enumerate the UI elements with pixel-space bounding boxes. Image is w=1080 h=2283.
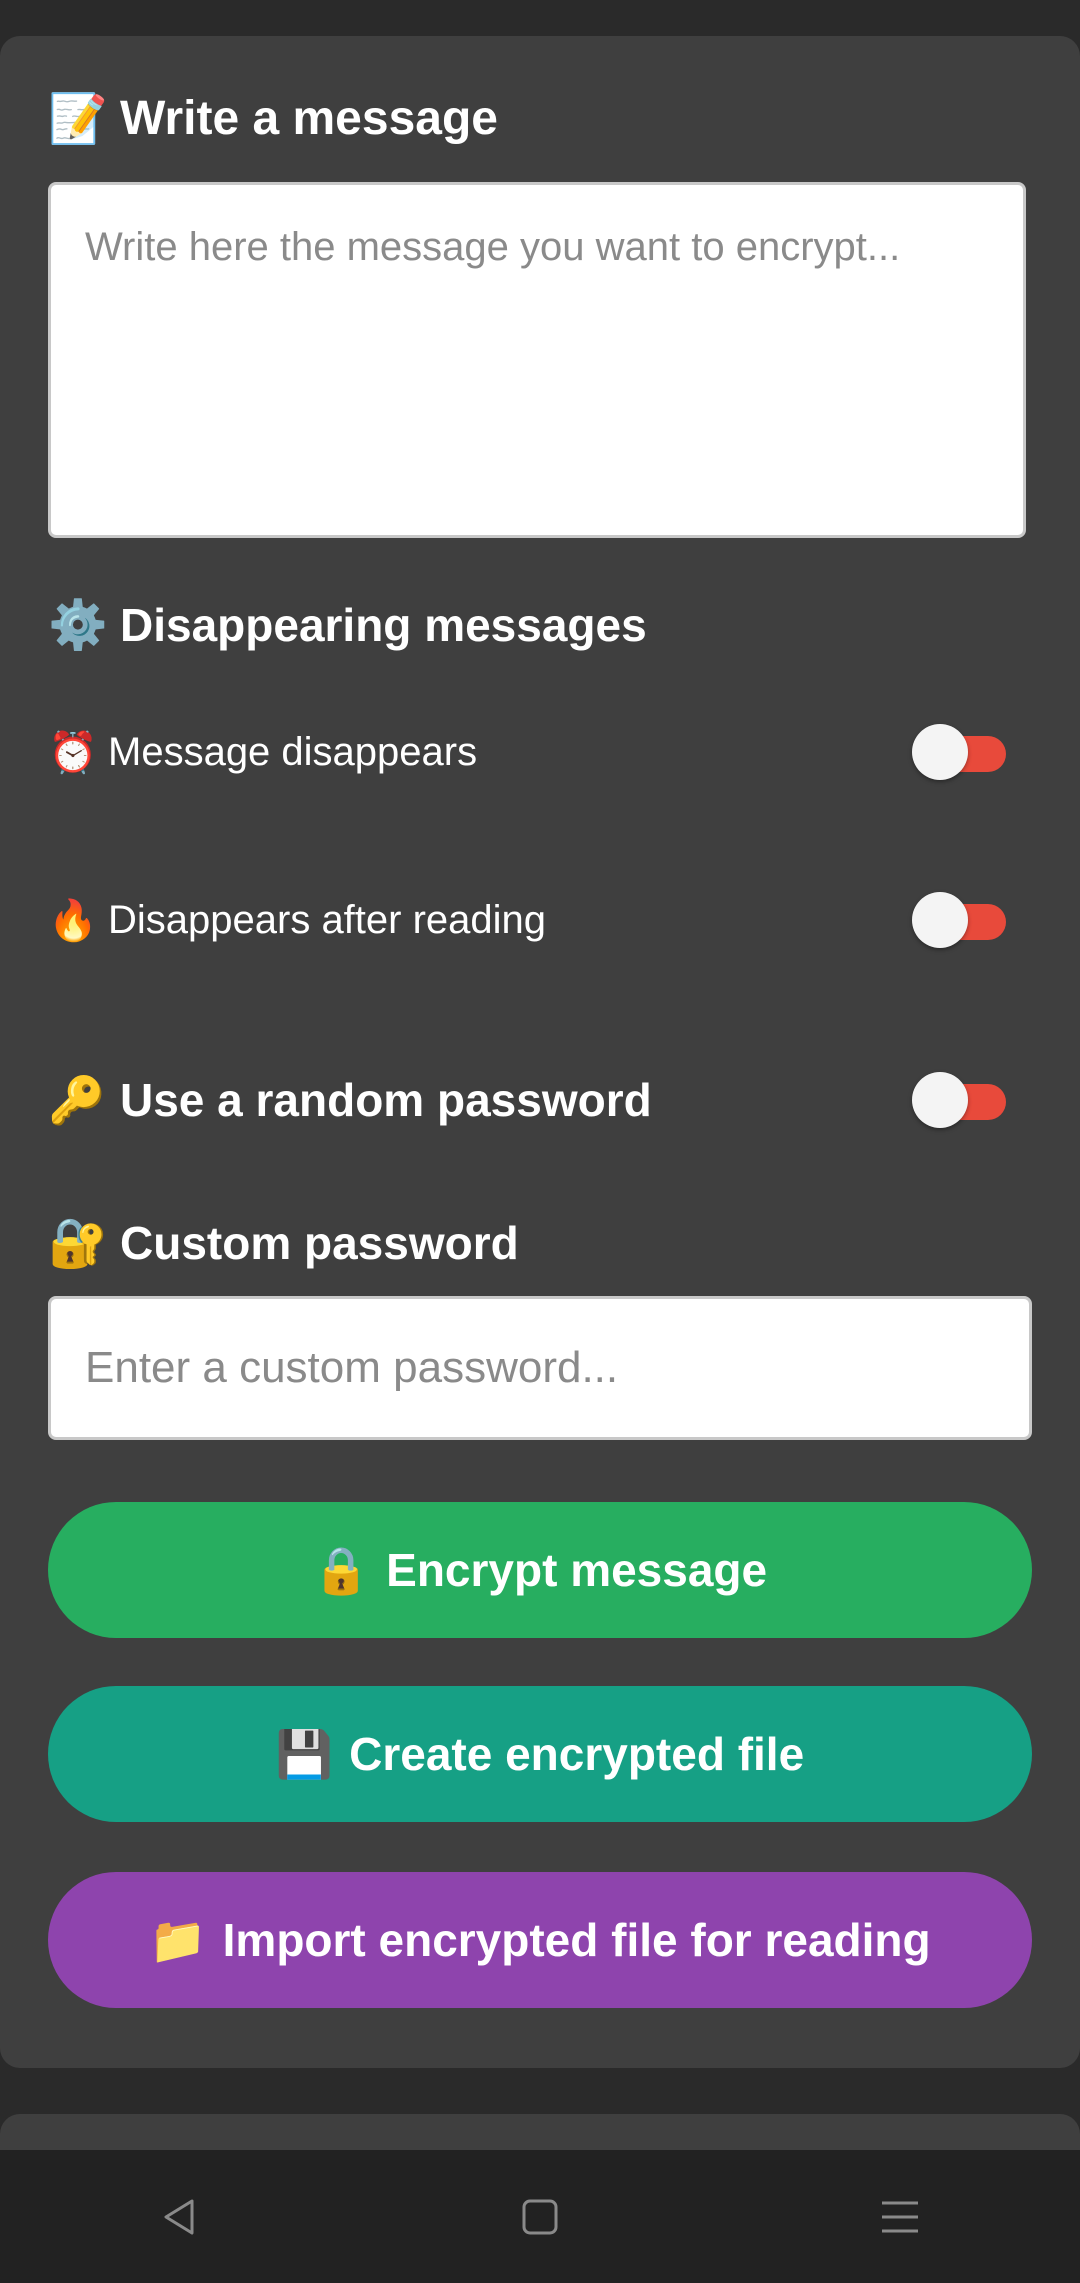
lock-with-key-icon: 🔐 <box>48 1217 108 1270</box>
random-password-toggle[interactable] <box>912 1072 1008 1128</box>
fire-icon: 🔥 <box>48 898 98 943</box>
disappearing-heading: ⚙️ Disappearing messages <box>48 596 647 653</box>
back-icon <box>164 2199 194 2234</box>
disappears-after-reading-label: Disappears after reading <box>108 897 547 942</box>
custom-password-heading: 🔐 Custom password <box>48 1214 519 1271</box>
floppy-disk-icon: 💾 <box>275 1727 334 1780</box>
menu-button[interactable] <box>860 2177 940 2257</box>
custom-password-title: Custom password <box>120 1216 519 1269</box>
message-disappears-label: Message disappears <box>108 729 478 774</box>
write-message-heading: 📝 Write a message <box>48 90 498 147</box>
option-message-disappears: ⏰ Message disappears <box>48 720 1008 784</box>
alarm-clock-icon: ⏰ <box>48 730 98 775</box>
write-message-title: Write a message <box>120 92 498 145</box>
toggle-knob <box>912 892 968 948</box>
disappears-after-reading-toggle[interactable] <box>912 892 1008 948</box>
lock-icon: 🔒 <box>312 1543 371 1596</box>
back-button[interactable] <box>140 2177 220 2257</box>
system-nav-bar <box>0 2150 1080 2283</box>
option-label-wrap: 🔥 Disappears after reading <box>48 897 546 944</box>
create-encrypted-file-label: Create encrypted file <box>349 1728 805 1780</box>
custom-password-input[interactable] <box>48 1296 1032 1440</box>
import-encrypted-file-label: Import encrypted file for reading <box>222 1914 931 1966</box>
home-icon <box>522 2199 558 2234</box>
message-textarea[interactable] <box>48 182 1026 538</box>
toggle-knob <box>912 1072 968 1128</box>
memo-icon: 📝 <box>48 93 108 146</box>
menu-icon <box>882 2201 918 2232</box>
import-encrypted-file-button[interactable]: 📁 Import encrypted file for reading <box>48 1872 1032 2008</box>
disappearing-title: Disappearing messages <box>120 598 647 651</box>
option-disappears-after-reading: 🔥 Disappears after reading <box>48 888 1008 952</box>
option-label-wrap: ⏰ Message disappears <box>48 729 477 776</box>
folder-icon: 📁 <box>149 1913 207 1966</box>
encrypt-message-label: Encrypt message <box>386 1544 768 1596</box>
gear-icon: ⚙️ <box>48 599 108 652</box>
toggle-knob <box>912 724 968 780</box>
message-disappears-toggle[interactable] <box>912 724 1008 780</box>
random-password-label: Use a random password <box>120 1074 652 1126</box>
option-random-password: 🔑 Use a random password <box>48 1068 1008 1132</box>
key-icon: 🔑 <box>48 1073 106 1126</box>
option-label-wrap: 🔑 Use a random password <box>48 1073 652 1128</box>
create-encrypted-file-button[interactable]: 💾 Create encrypted file <box>48 1686 1032 1822</box>
home-button[interactable] <box>500 2177 580 2257</box>
encrypt-message-button[interactable]: 🔒 Encrypt message <box>48 1502 1032 1638</box>
